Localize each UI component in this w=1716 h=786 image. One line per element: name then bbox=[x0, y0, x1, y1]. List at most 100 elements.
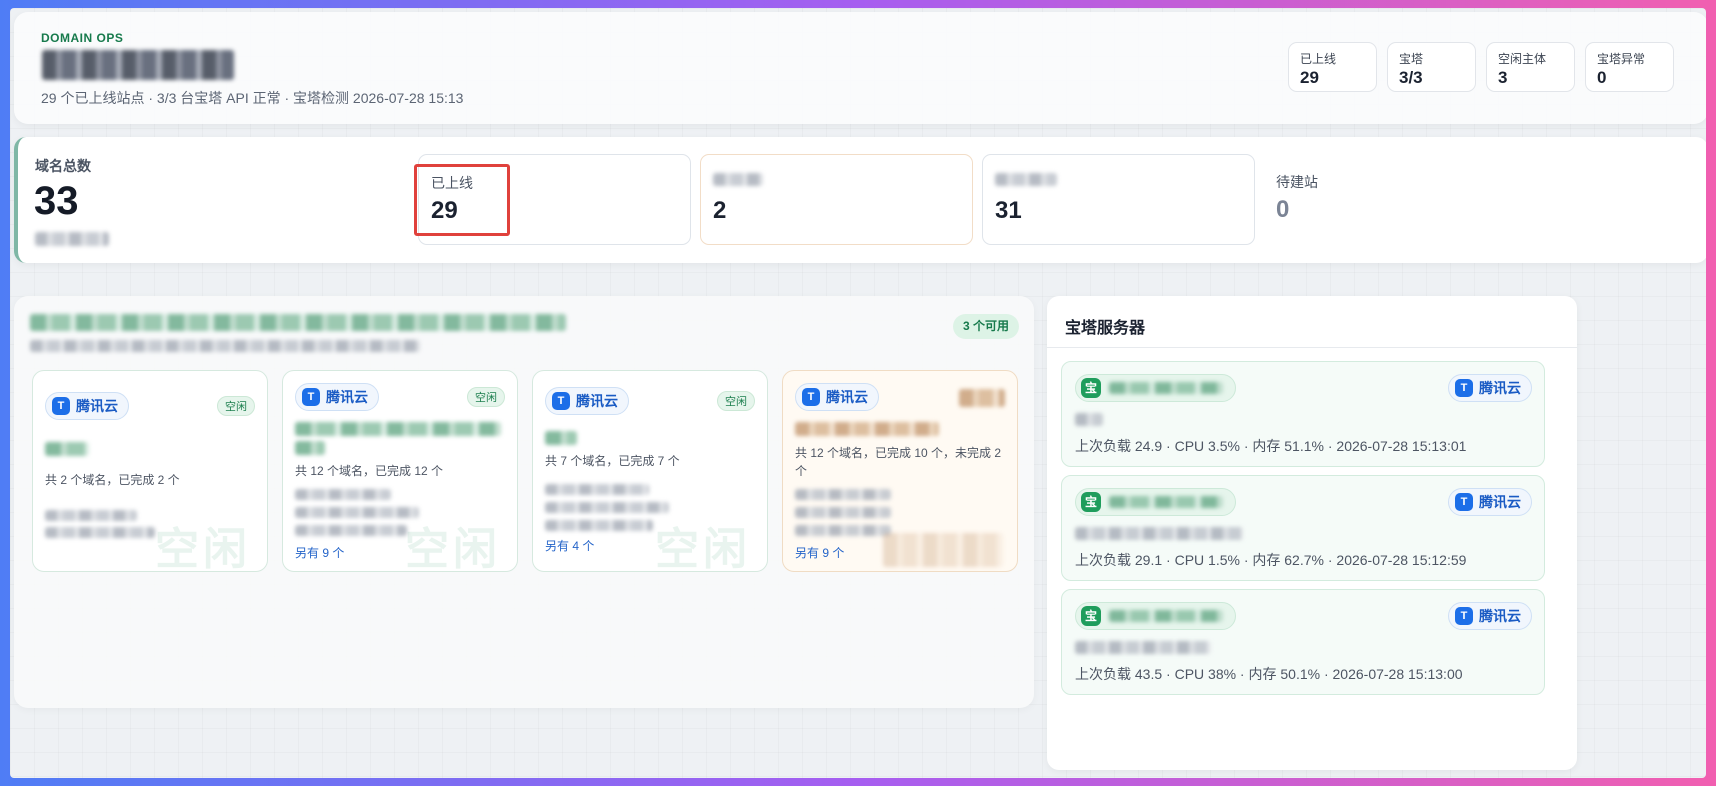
tencent-cloud-icon: T bbox=[1455, 493, 1473, 511]
server-address-redacted bbox=[1075, 527, 1243, 540]
entity-panel-subtitle-redacted bbox=[30, 340, 420, 352]
pill-label: 宝塔异常 bbox=[1597, 52, 1646, 66]
entity-name-redacted bbox=[545, 431, 577, 445]
tencent-cloud-icon: T bbox=[1455, 379, 1473, 397]
domain-list-redacted bbox=[545, 502, 669, 513]
pill-idle-entity: 空闲主体 3 bbox=[1486, 42, 1575, 92]
available-count-badge: 3 个可用 bbox=[952, 314, 1019, 339]
stat-value: 2 bbox=[713, 197, 727, 224]
tencent-cloud-icon: T bbox=[552, 392, 570, 410]
entity-card[interactable]: T 腾讯云 空闲 共 7 个域名，已完成 7 个 另有 4 个 空闲 bbox=[532, 370, 768, 572]
server-card[interactable]: 宝 T 腾讯云 上次负载 24.9 · CPU 3.5% · 内存 51.1% … bbox=[1061, 361, 1545, 467]
status-badge-redacted bbox=[959, 389, 1005, 407]
provider-name: 腾讯云 bbox=[1479, 380, 1521, 396]
idle-badge: 空闲 bbox=[217, 396, 255, 416]
provider-name: 腾讯云 bbox=[326, 389, 368, 405]
dashboard-canvas: DOMAIN OPS 29 个已上线站点 · 3/3 台宝塔 API 正常 · … bbox=[10, 8, 1706, 778]
header-stat-pills: 已上线 29 宝塔 3/3 空闲主体 3 宝塔异常 0 bbox=[1288, 42, 1674, 92]
pill-baota: 宝塔 3/3 bbox=[1387, 42, 1476, 92]
server-card[interactable]: 宝 T 腾讯云 上次负载 43.5 · CPU 38% · 内存 50.1% ·… bbox=[1061, 589, 1545, 695]
entity-panel-title-redacted bbox=[30, 314, 566, 331]
server-name-chip: 宝 bbox=[1075, 488, 1236, 516]
more-domains-link[interactable]: 另有 9 个 bbox=[795, 544, 844, 561]
header-card: DOMAIN OPS 29 个已上线站点 · 3/3 台宝塔 API 正常 · … bbox=[14, 12, 1706, 124]
stat-pending[interactable]: 待建站 0 bbox=[1264, 154, 1537, 245]
baota-server-panel: 宝塔服务器 宝 T 腾讯云 上次负载 24.9 · CPU 3.5% · 内存 … bbox=[1047, 296, 1577, 770]
domain-list-redacted bbox=[295, 525, 407, 536]
entity-name-redacted bbox=[295, 441, 325, 455]
pill-label: 已上线 bbox=[1300, 52, 1337, 66]
baota-icon: 宝 bbox=[1081, 378, 1101, 398]
pill-online: 已上线 29 bbox=[1288, 42, 1377, 92]
entity-card[interactable]: T 腾讯云 共 12 个域名，已完成 10 个，未完成 2 个 另有 9 个 bbox=[782, 370, 1018, 572]
highlight-annotation-box bbox=[414, 164, 510, 236]
divider bbox=[1047, 347, 1577, 348]
eyebrow-label: DOMAIN OPS bbox=[41, 31, 124, 45]
more-domains-link[interactable]: 另有 4 个 bbox=[545, 537, 594, 554]
entity-card[interactable]: T 腾讯云 空闲 共 2 个域名，已完成 2 个 空闲 bbox=[32, 370, 268, 572]
entity-domain-summary: 共 12 个域名，已完成 10 个，未完成 2 个 bbox=[795, 446, 1002, 478]
server-card[interactable]: 宝 T 腾讯云 上次负载 29.1 · CPU 1.5% · 内存 62.7% … bbox=[1061, 475, 1545, 581]
pill-label: 宝塔 bbox=[1399, 52, 1424, 66]
pill-label: 空闲主体 bbox=[1498, 52, 1547, 66]
pill-value: 0 bbox=[1597, 68, 1607, 87]
tencent-cloud-icon: T bbox=[302, 388, 320, 406]
server-address-redacted bbox=[1075, 413, 1103, 426]
domain-list-redacted bbox=[295, 507, 419, 518]
entity-card[interactable]: T 腾讯云 空闲 共 12 个域名，已完成 12 个 另有 9 个 空闲 bbox=[282, 370, 518, 572]
summary-card: 域名总数 33 已上线 29 2 31 待建站 0 bbox=[14, 137, 1706, 263]
provider-name: 腾讯云 bbox=[76, 398, 118, 414]
domain-list-redacted bbox=[295, 489, 391, 500]
provider-name: 腾讯云 bbox=[826, 389, 868, 405]
entity-domain-summary: 共 7 个域名，已完成 7 个 bbox=[545, 454, 680, 468]
domain-list-redacted bbox=[795, 525, 891, 536]
server-name-redacted bbox=[1109, 610, 1223, 622]
idle-watermark: 空闲 bbox=[655, 525, 751, 572]
server-name-chip: 宝 bbox=[1075, 602, 1236, 630]
server-panel-title: 宝塔服务器 bbox=[1065, 320, 1146, 337]
provider-chip: T 腾讯云 bbox=[295, 383, 379, 411]
provider-chip: T 腾讯云 bbox=[1448, 374, 1532, 402]
provider-name: 腾讯云 bbox=[1479, 608, 1521, 624]
provider-chip: T 腾讯云 bbox=[45, 392, 129, 420]
server-name-redacted bbox=[1109, 496, 1223, 508]
server-name-redacted bbox=[1109, 382, 1223, 394]
entity-domain-summary: 共 12 个域名，已完成 12 个 bbox=[295, 464, 444, 478]
idle-badge: 空闲 bbox=[717, 391, 755, 411]
domain-list-redacted bbox=[795, 489, 891, 500]
tencent-cloud-icon: T bbox=[1455, 607, 1473, 625]
pill-value: 29 bbox=[1300, 68, 1319, 87]
stat-label-redacted bbox=[713, 173, 960, 191]
provider-chip: T 腾讯云 bbox=[1448, 602, 1532, 630]
baota-icon: 宝 bbox=[1081, 606, 1101, 626]
page-title-redacted bbox=[42, 50, 234, 80]
tencent-cloud-icon: T bbox=[802, 388, 820, 406]
pill-baota-error: 宝塔异常 0 bbox=[1585, 42, 1674, 92]
tencent-cloud-icon: T bbox=[52, 397, 70, 415]
idle-watermark: 空闲 bbox=[405, 525, 501, 572]
baota-icon: 宝 bbox=[1081, 492, 1101, 512]
server-load-meta: 上次负载 43.5 · CPU 38% · 内存 50.1% · 2026-07… bbox=[1075, 666, 1463, 682]
status-watermark-redacted bbox=[883, 533, 1003, 567]
server-address-redacted bbox=[1075, 641, 1211, 654]
total-domains-value: 33 bbox=[34, 179, 79, 223]
domain-list-redacted bbox=[45, 527, 155, 538]
total-domains-label: 域名总数 bbox=[35, 158, 91, 174]
provider-chip: T 腾讯云 bbox=[545, 387, 629, 415]
more-domains-link[interactable]: 另有 9 个 bbox=[295, 544, 344, 561]
entity-panel: 3 个可用 T 腾讯云 空闲 共 2 个域名，已完成 2 个 空闲 T 腾讯云 … bbox=[14, 296, 1034, 708]
stat-second[interactable]: 2 bbox=[700, 154, 973, 245]
stat-label: 待建站 bbox=[1276, 174, 1318, 190]
stat-third[interactable]: 31 bbox=[982, 154, 1255, 245]
entity-domain-summary: 共 2 个域名，已完成 2 个 bbox=[45, 473, 180, 487]
idle-watermark: 空闲 bbox=[155, 525, 251, 572]
server-name-chip: 宝 bbox=[1075, 374, 1236, 402]
provider-name: 腾讯云 bbox=[576, 393, 618, 409]
domain-list-redacted bbox=[795, 507, 891, 518]
domain-list-redacted bbox=[545, 520, 653, 531]
total-note-redacted bbox=[35, 232, 109, 246]
server-load-meta: 上次负载 29.1 · CPU 1.5% · 内存 62.7% · 2026-0… bbox=[1075, 552, 1467, 568]
provider-name: 腾讯云 bbox=[1479, 494, 1521, 510]
stat-value: 31 bbox=[995, 197, 1022, 224]
stat-label-redacted bbox=[995, 173, 1242, 191]
